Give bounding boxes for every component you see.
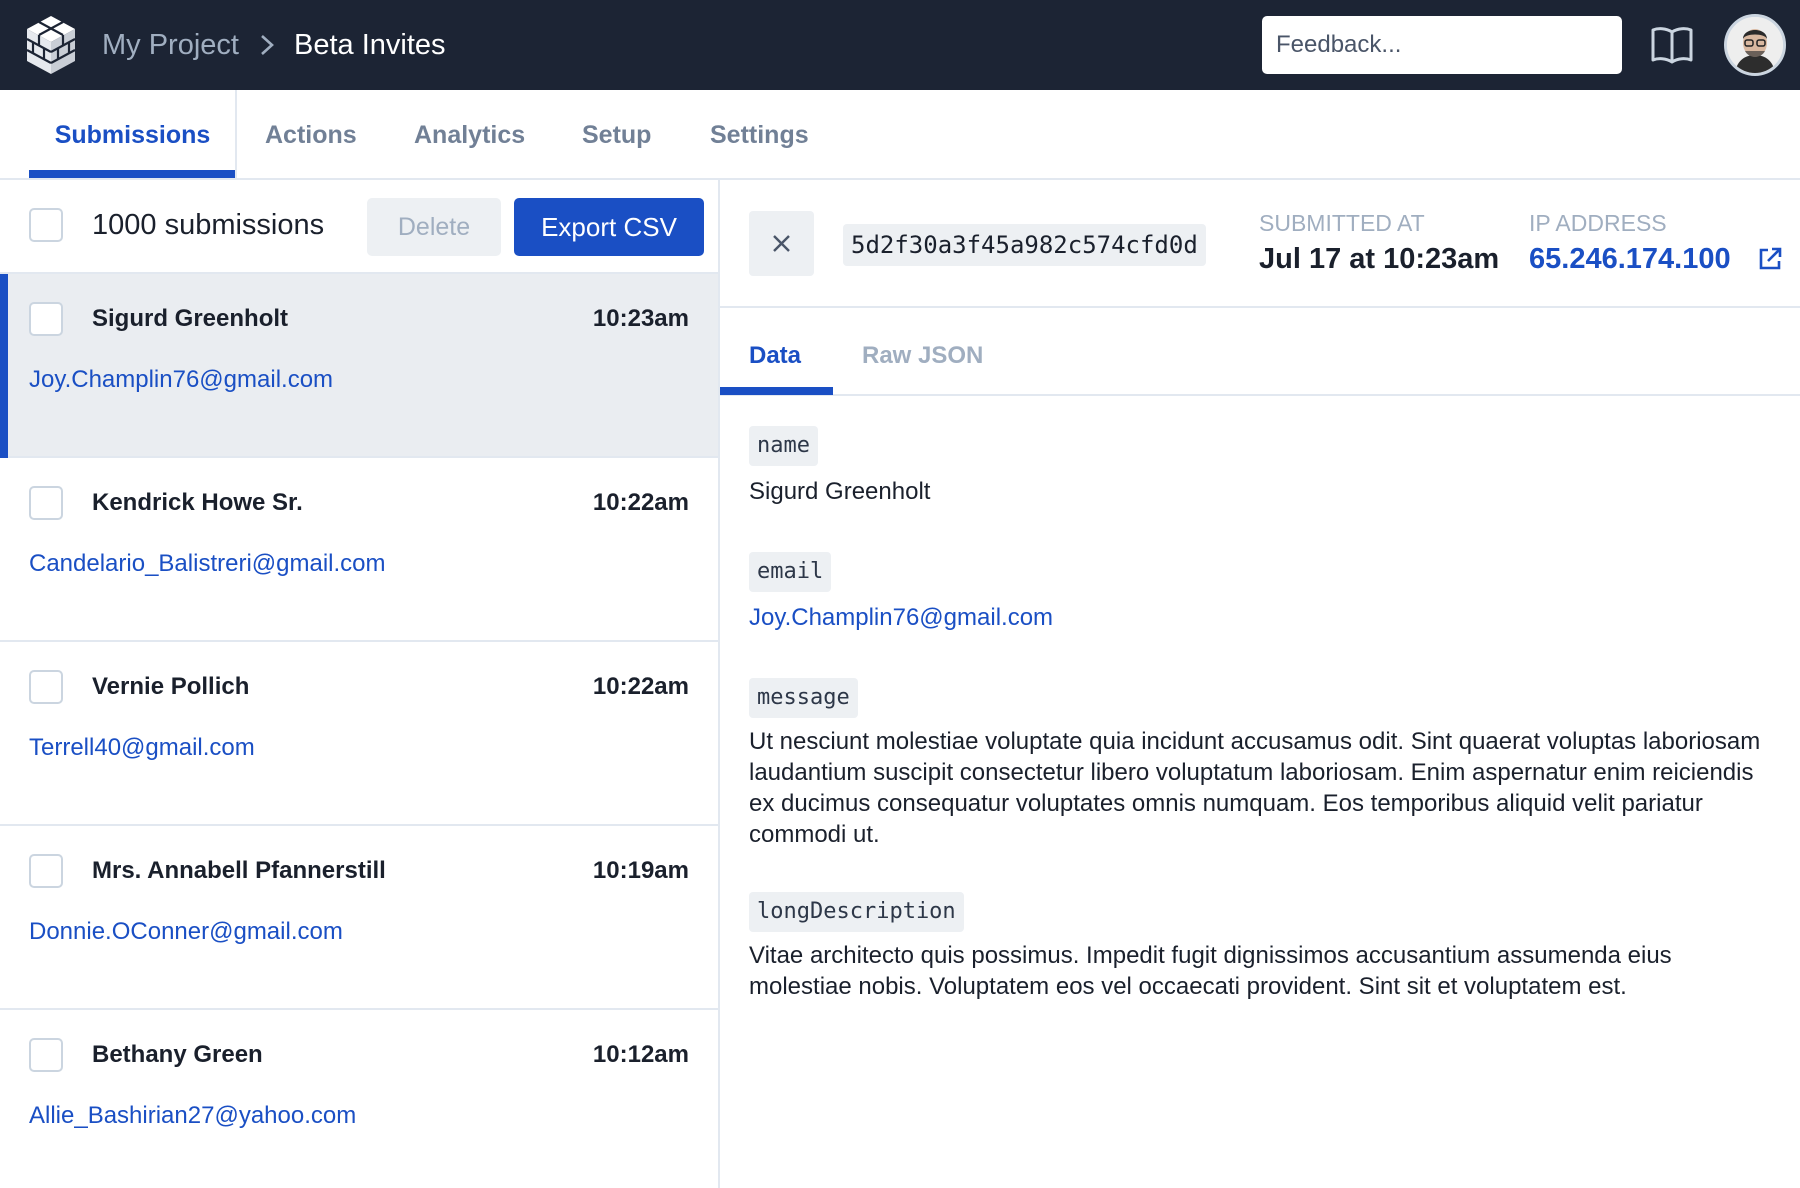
submitter-email[interactable]: Allie_Bashirian27@yahoo.com — [29, 1098, 356, 1134]
external-link-icon[interactable] — [1757, 246, 1783, 272]
logo-icon[interactable] — [24, 14, 78, 76]
field-key-message: message — [749, 678, 858, 718]
submitter-name: Vernie Pollich — [92, 673, 250, 700]
breadcrumb-project[interactable]: My Project — [102, 26, 239, 64]
field-key-long-description: longDescription — [749, 892, 964, 932]
tab-raw-json[interactable]: Raw JSON — [862, 310, 983, 394]
tab-data[interactable]: Data — [749, 310, 801, 394]
page-title: Beta Invites — [294, 29, 446, 61]
top-bar: My Project Beta Invites — [0, 0, 1800, 90]
row-checkbox[interactable] — [29, 670, 63, 704]
submitter-name: Kendrick Howe Sr. — [92, 489, 303, 516]
tab-divider — [235, 90, 237, 178]
list-item[interactable]: Sigurd Greenholt 10:23am Joy.Champlin76@… — [0, 274, 718, 458]
tab-submissions[interactable]: Submissions — [29, 90, 236, 178]
submission-time: 10:19am — [592, 857, 689, 884]
submitter-email[interactable]: Candelario_Balistreri@gmail.com — [29, 546, 386, 582]
list-toolbar: 1000 submissions Delete Export CSV — [0, 180, 718, 274]
delete-button[interactable]: Delete — [367, 198, 501, 256]
detail-header: 5d2f30a3f45a982c574cfd0d SUBMITTED AT Ju… — [720, 180, 1800, 308]
ip-address-label: IP ADDRESS — [1529, 210, 1667, 236]
field-value-message: Ut nesciunt molestiae voluptate quia inc… — [749, 728, 1761, 848]
detail-tabs: Data Raw JSON — [720, 310, 1800, 396]
book-icon[interactable] — [1650, 26, 1694, 64]
submitter-name: Mrs. Annabell Pfannerstill — [92, 857, 386, 884]
selected-indicator — [0, 274, 8, 458]
field-key-email: email — [749, 552, 832, 592]
export-csv-button[interactable]: Export CSV — [514, 198, 704, 256]
submitter-email[interactable]: Terrell40@gmail.com — [29, 730, 255, 766]
avatar[interactable] — [1724, 14, 1786, 76]
submission-detail-panel: 5d2f30a3f45a982c574cfd0d SUBMITTED AT Ju… — [720, 180, 1800, 1188]
submitted-at-value: Jul 17 at 10:23am — [1259, 243, 1500, 275]
row-checkbox[interactable] — [29, 1038, 63, 1072]
row-checkbox[interactable] — [29, 854, 63, 888]
submission-time: 10:22am — [592, 489, 689, 516]
submission-count: 1000 submissions — [92, 209, 325, 241]
chevron-right-icon — [261, 35, 274, 55]
submitted-at-label: SUBMITTED AT — [1259, 210, 1425, 236]
close-icon — [773, 235, 790, 252]
field-value-long-description: Vitae architecto quis possimus. Impedit … — [749, 942, 1672, 1000]
feedback-input[interactable] — [1262, 16, 1622, 74]
submitter-email[interactable]: Donnie.OConner@gmail.com — [29, 914, 343, 950]
field-value-name: Sigurd Greenholt — [749, 478, 931, 505]
field-value-email[interactable]: Joy.Champlin76@gmail.com — [749, 602, 1779, 633]
ip-address-link[interactable]: 65.246.174.100 — [1529, 240, 1731, 278]
row-checkbox[interactable] — [29, 302, 63, 336]
list-item[interactable]: Mrs. Annabell Pfannerstill 10:19am Donni… — [0, 826, 718, 1010]
submitter-name: Sigurd Greenholt — [92, 305, 289, 332]
tab-actions[interactable]: Actions — [265, 90, 357, 178]
submitter-name: Bethany Green — [92, 1041, 263, 1068]
active-subtab-indicator — [720, 387, 833, 395]
list-item[interactable]: Kendrick Howe Sr. 10:22am Candelario_Bal… — [0, 458, 718, 642]
main-tabs: Submissions Actions Analytics Setup Sett… — [0, 90, 1800, 180]
submission-time: 10:22am — [592, 673, 689, 700]
submission-time: 10:23am — [592, 305, 689, 332]
list-item[interactable]: Bethany Green 10:12am Allie_Bashirian27@… — [0, 1010, 718, 1188]
submission-time: 10:12am — [592, 1041, 689, 1068]
tab-setup[interactable]: Setup — [582, 90, 651, 178]
field-key-name: name — [749, 426, 818, 466]
submission-id: 5d2f30a3f45a982c574cfd0d — [843, 224, 1206, 266]
list-item[interactable]: Vernie Pollich 10:22am Terrell40@gmail.c… — [0, 642, 718, 826]
row-checkbox[interactable] — [29, 486, 63, 520]
submitter-email[interactable]: Joy.Champlin76@gmail.com — [29, 362, 333, 398]
select-all-checkbox[interactable] — [29, 208, 63, 242]
submissions-list-panel: 1000 submissions Delete Export CSV Sigur… — [0, 180, 720, 1188]
active-tab-indicator — [29, 170, 236, 178]
tab-settings[interactable]: Settings — [710, 90, 809, 178]
tab-analytics[interactable]: Analytics — [414, 90, 525, 178]
close-button[interactable] — [749, 211, 814, 276]
